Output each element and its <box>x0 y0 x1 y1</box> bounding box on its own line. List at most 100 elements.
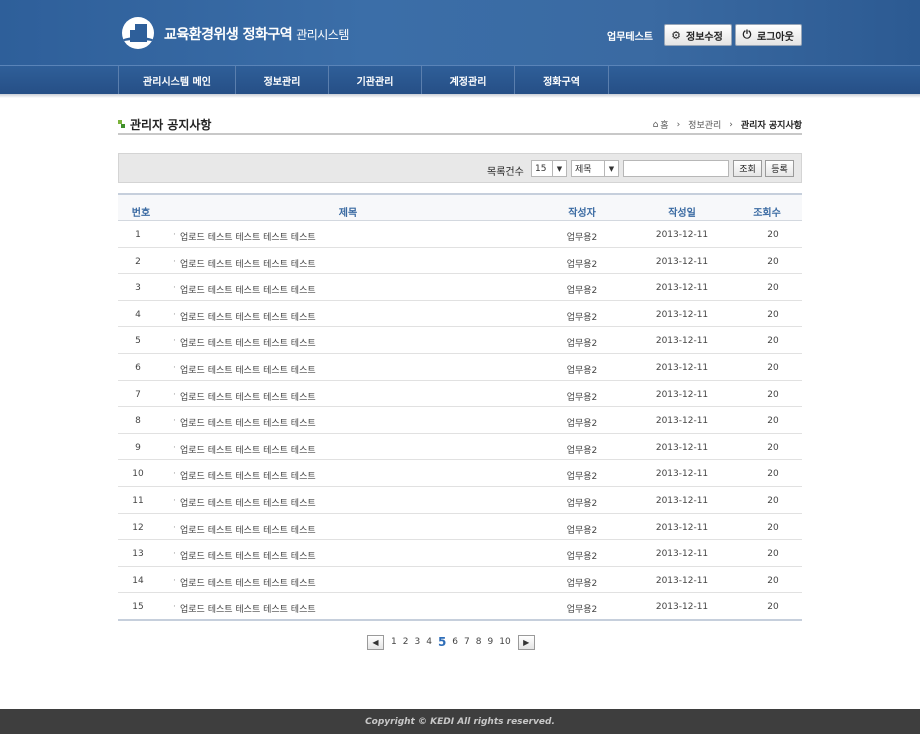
table-row[interactable]: 9 업로드 테스트 테스트 테스트 테스트 업무용2 2013-12-11 20 <box>118 434 802 461</box>
cell-no: 11 <box>132 496 144 506</box>
nav-item-zone[interactable]: 정화구역 <box>515 66 609 94</box>
cell-no: 5 <box>135 336 141 347</box>
header: 교육환경위생 정화구역 관리시스템 업무테스트 ⚙ 정보수정 ⏻ 로그아웃 <box>0 0 920 65</box>
table-row[interactable]: 3 업로드 테스트 테스트 테스트 테스트 업무용2 2013-12-11 20 <box>118 274 802 301</box>
cell-title[interactable]: 업로드 테스트 테스트 테스트 테스트 <box>173 390 480 403</box>
page-number[interactable]: 2 <box>403 637 409 647</box>
logout-label: 로그아웃 <box>757 31 794 43</box>
cell-date: 2013-12-11 <box>655 416 709 427</box>
table-row[interactable]: 12 업로드 테스트 테스트 테스트 테스트 업무용2 2013-12-11 20 <box>118 514 802 541</box>
cell-author: 업무용2 <box>566 578 598 589</box>
logout-button[interactable]: ⏻ 로그아웃 <box>735 24 802 46</box>
nav-item-account[interactable]: 계정관리 <box>422 66 515 94</box>
prev-arrow-icon[interactable]: ◀ <box>367 634 384 650</box>
footer: Copyright © KEDI All rights reserved. <box>0 709 920 734</box>
gear-icon: ⚙ <box>671 28 681 42</box>
page-title-text: 관리자 공지사항 <box>130 118 212 132</box>
cell-views: 20 <box>767 602 779 613</box>
cell-title[interactable]: 업로드 테스트 테스트 테스트 테스트 <box>173 443 480 456</box>
logo-icon[interactable] <box>122 17 154 49</box>
breadcrumb-home[interactable]: 홈 <box>660 118 668 131</box>
cell-views: 20 <box>767 442 779 453</box>
cell-author: 업무용2 <box>566 286 598 297</box>
cell-title[interactable]: 업로드 테스트 테스트 테스트 테스트 <box>173 336 480 349</box>
cell-views: 20 <box>767 575 779 586</box>
table-row[interactable]: 15 업로드 테스트 테스트 테스트 테스트 업무용2 2013-12-11 20 <box>118 593 802 620</box>
page-number[interactable]: 7 <box>464 637 470 647</box>
table-row[interactable]: 13 업로드 테스트 테스트 테스트 테스트 업무용2 2013-12-11 20 <box>118 540 802 567</box>
search-input[interactable] <box>623 160 729 177</box>
page-number[interactable]: 3 <box>414 637 420 647</box>
breadcrumb-info[interactable]: 정보관리 <box>688 118 721 131</box>
count-select-value: 15 <box>535 163 547 174</box>
cell-title[interactable]: 업로드 테스트 테스트 테스트 테스트 <box>173 523 480 536</box>
title-bullet-icon <box>118 120 125 129</box>
register-button[interactable]: 등록 <box>765 160 794 177</box>
cell-author: 업무용2 <box>566 419 598 430</box>
cell-title[interactable]: 업로드 테스트 테스트 테스트 테스트 <box>173 257 480 270</box>
cell-title[interactable]: 업로드 테스트 테스트 테스트 테스트 <box>173 496 480 509</box>
table-row[interactable]: 5 업로드 테스트 테스트 테스트 테스트 업무용2 2013-12-11 20 <box>118 327 802 354</box>
table-row[interactable]: 10 업로드 테스트 테스트 테스트 테스트 업무용2 2013-12-11 20 <box>118 460 802 487</box>
table-row[interactable]: 11 업로드 테스트 테스트 테스트 테스트 업무용2 2013-12-11 20 <box>118 487 802 514</box>
col-header-no: 번호 <box>131 208 151 219</box>
col-header-title: 제목 <box>338 208 358 219</box>
page-number[interactable]: 10 <box>499 637 510 647</box>
field-select[interactable]: 제목 ▼ <box>571 160 619 177</box>
page-number[interactable]: 8 <box>476 637 482 647</box>
cell-date: 2013-12-11 <box>655 602 709 613</box>
count-select[interactable]: 15 ▼ <box>531 160 567 177</box>
page-number[interactable]: 1 <box>391 637 397 647</box>
next-arrow-icon[interactable]: ▶ <box>517 634 535 650</box>
table-header: 번호 제목 작성자 작성일 조회수 <box>118 193 802 221</box>
table-row[interactable]: 4 업로드 테스트 테스트 테스트 테스트 업무용2 2013-12-11 20 <box>118 301 802 328</box>
home-icon[interactable]: ⌂ <box>653 120 659 130</box>
cell-views: 20 <box>767 256 779 267</box>
table-row[interactable]: 6 업로드 테스트 테스트 테스트 테스트 업무용2 2013-12-11 20 <box>118 354 802 381</box>
cell-author: 업무용2 <box>566 499 598 509</box>
pagination: ◀ 1 2 3 4 5 6 7 8 9 10 ▶ <box>367 634 535 650</box>
search-button[interactable]: 조회 <box>733 160 762 177</box>
cell-title[interactable]: 업로드 테스트 테스트 테스트 테스트 <box>173 469 480 482</box>
cell-title[interactable]: 업로드 테스트 테스트 테스트 테스트 <box>173 549 480 562</box>
table-row[interactable]: 1 업로드 테스트 테스트 테스트 테스트 업무용2 2013-12-11 20 <box>118 221 802 248</box>
cell-views: 20 <box>767 230 779 240</box>
cell-title[interactable]: 업로드 테스트 테스트 테스트 테스트 <box>173 363 480 376</box>
table-row[interactable]: 7 업로드 테스트 테스트 테스트 테스트 업무용2 2013-12-11 20 <box>118 381 802 408</box>
cell-title[interactable]: 업로드 테스트 테스트 테스트 테스트 <box>173 576 480 589</box>
cell-views: 20 <box>767 522 779 533</box>
cell-author: 업무용2 <box>566 259 598 270</box>
nav-item-main[interactable]: 관리시스템 메인 <box>118 66 236 94</box>
cell-no: 2 <box>135 256 141 267</box>
cell-date: 2013-12-11 <box>655 256 709 267</box>
cell-title[interactable]: 업로드 테스트 테스트 테스트 테스트 <box>173 230 480 243</box>
cell-author: 업무용2 <box>566 233 598 243</box>
page-number[interactable]: 4 <box>426 637 432 647</box>
cell-date: 2013-12-11 <box>655 522 709 533</box>
cell-views: 20 <box>767 469 779 480</box>
page-number[interactable]: 6 <box>452 637 458 647</box>
page-number[interactable]: 5 <box>438 635 446 649</box>
table-row[interactable]: 14 업로드 테스트 테스트 테스트 테스트 업무용2 2013-12-11 20 <box>118 567 802 594</box>
page-numbers: 1 2 3 4 5 6 7 8 9 10 <box>388 635 514 649</box>
cell-date: 2013-12-11 <box>655 549 709 560</box>
cell-date: 2013-12-11 <box>655 309 709 320</box>
cell-date: 2013-12-11 <box>655 363 709 373</box>
nav-item-org[interactable]: 기관관리 <box>329 66 422 94</box>
cell-title[interactable]: 업로드 테스트 테스트 테스트 테스트 <box>173 283 480 296</box>
col-header-author: 작성자 <box>568 208 596 219</box>
cell-date: 2013-12-11 <box>655 389 709 400</box>
table-row[interactable]: 8 업로드 테스트 테스트 테스트 테스트 업무용2 2013-12-11 20 <box>118 407 802 434</box>
site-title-sub: 관리시스템 <box>296 28 349 42</box>
cell-no: 4 <box>135 309 141 320</box>
info-edit-button[interactable]: ⚙ 정보수정 <box>664 24 732 46</box>
nav-item-info[interactable]: 정보관리 <box>236 66 329 94</box>
cell-title[interactable]: 업로드 테스트 테스트 테스트 테스트 <box>173 416 480 429</box>
site-title[interactable]: 교육환경위생 정화구역 관리시스템 <box>164 24 349 44</box>
cell-date: 2013-12-11 <box>655 575 709 586</box>
page-number[interactable]: 9 <box>488 637 494 647</box>
cell-title[interactable]: 업로드 테스트 테스트 테스트 테스트 <box>173 310 480 323</box>
table-row[interactable]: 2 업로드 테스트 테스트 테스트 테스트 업무용2 2013-12-11 20 <box>118 248 802 275</box>
cell-title[interactable]: 업로드 테스트 테스트 테스트 테스트 <box>173 602 480 615</box>
chevron-down-icon: ▼ <box>552 161 566 176</box>
